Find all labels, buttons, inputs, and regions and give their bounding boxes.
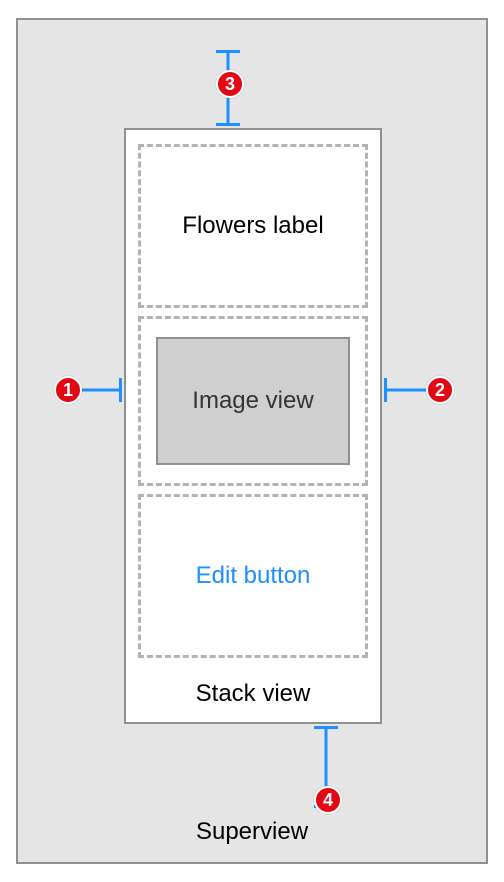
diagram-canvas: Superview Flowers label Image view Edit … <box>0 0 504 882</box>
stack-cell-edit-button: Edit button <box>138 494 368 658</box>
badge-3: 3 <box>216 70 244 98</box>
edit-button-text: Edit button <box>196 562 311 590</box>
stack-view-label: Stack view <box>126 680 380 708</box>
badge-1: 1 <box>54 376 82 404</box>
image-view-placeholder: Image view <box>156 337 350 465</box>
flowers-label-text: Flowers label <box>182 212 323 240</box>
badge-4: 4 <box>314 786 342 814</box>
superview-label: Superview <box>18 818 486 846</box>
stack-cell-image-view: Image view <box>138 316 368 486</box>
stack-view-container: Flowers label Image view Edit button Sta… <box>124 128 382 724</box>
image-view-text: Image view <box>192 387 313 415</box>
badge-2: 2 <box>426 376 454 404</box>
superview-container: Superview Flowers label Image view Edit … <box>16 18 488 864</box>
stack-cell-flowers-label: Flowers label <box>138 144 368 308</box>
